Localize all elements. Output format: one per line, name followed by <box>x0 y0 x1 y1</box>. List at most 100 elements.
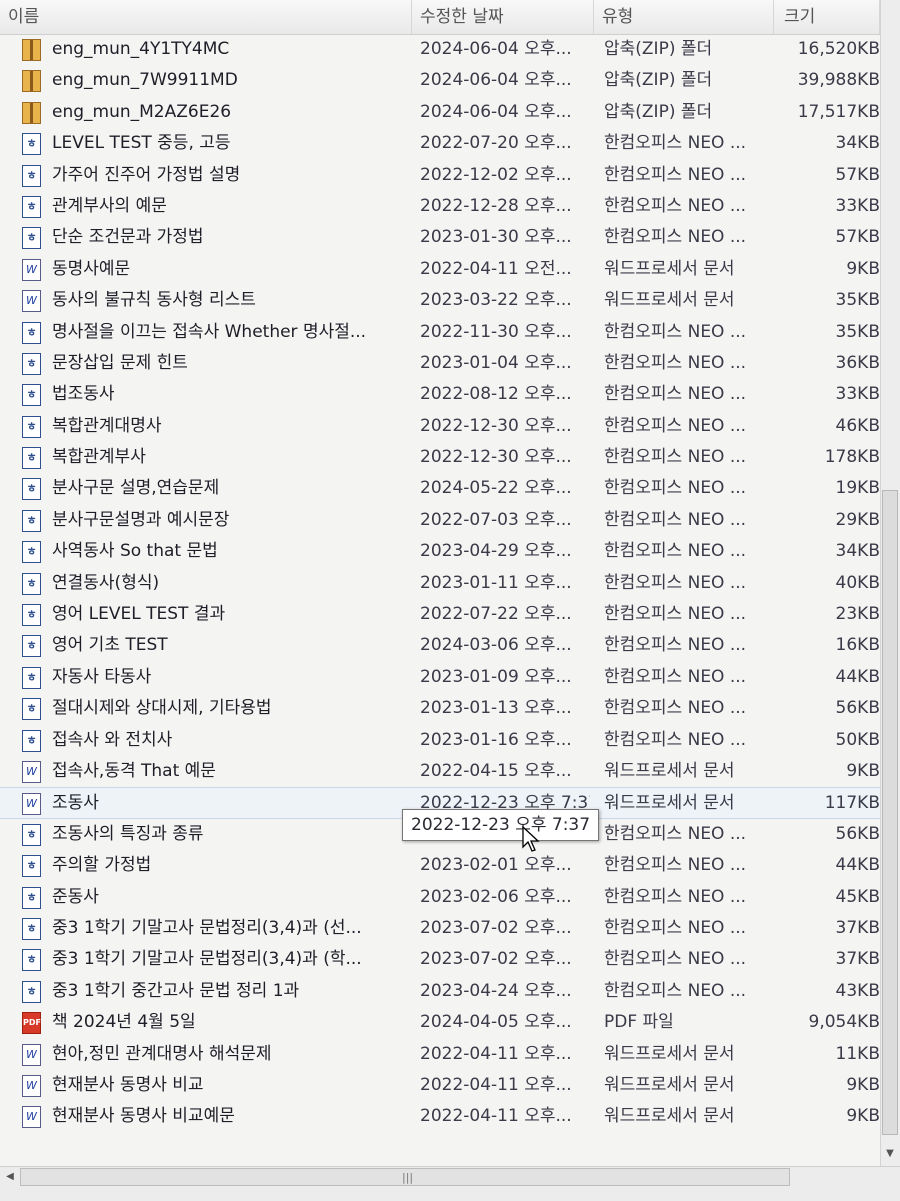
file-size: 17,517KB <box>797 101 880 122</box>
file-name: 조동사의 특징과 종류 <box>52 823 204 844</box>
column-header-type[interactable]: 유형 <box>594 0 774 34</box>
file-row[interactable]: ㅎ 사역동사 So that 문법 2023-04-29 오후... 한컴오피스 NE… <box>0 536 880 567</box>
file-modified-date: 2023-07-02 오후... <box>420 949 572 970</box>
file-name: eng_mun_7W9911MD <box>52 70 238 91</box>
file-size: 29KB <box>835 509 880 530</box>
file-name: 준동사 <box>52 886 99 907</box>
file-row[interactable]: ㅎ 중3 1학기 기말고사 문법정리(3,4)과 (학... 2023-07-02 … <box>0 944 880 975</box>
scroll-left-arrow-icon[interactable]: ◀ <box>2 1168 18 1186</box>
file-type: 한컴오피스 NEO ... <box>604 949 747 970</box>
word-document-icon: W <box>22 258 41 281</box>
column-header-size[interactable]: 크기 <box>774 0 880 34</box>
file-name: 문장삽입 문제 힌트 <box>52 352 188 373</box>
hwp-document-icon: ㅎ <box>22 949 41 972</box>
file-size: 39,988KB <box>797 70 880 91</box>
file-row[interactable]: ㅎ 연결동사(형식) 2023-01-11 오후... 한컴오피스 NEO ... 40… <box>0 568 880 599</box>
file-name: 영어 LEVEL TEST 결과 <box>52 604 226 625</box>
pdf-icon: PDF <box>22 1012 41 1035</box>
file-name: 중3 1학기 기말고사 문법정리(3,4)과 (선... <box>52 917 362 938</box>
file-type: 워드프로세서 문서 <box>604 258 735 279</box>
scroll-down-arrow-icon[interactable]: ▼ <box>882 1145 898 1163</box>
file-row[interactable]: ㅎ 주의할 가정법 2023-02-01 오후... 한컴오피스 NEO ... 44K… <box>0 850 880 881</box>
file-row[interactable]: ㅎ 영어 기초 TEST 2024-03-06 오후... 한컴오피스 NEO ...… <box>0 630 880 661</box>
file-size: 43KB <box>835 980 880 1001</box>
file-type: 한컴오피스 NEO ... <box>604 541 747 562</box>
file-type: PDF 파일 <box>604 1012 674 1033</box>
file-row[interactable]: ㅎ 문장삽입 문제 힌트 2023-01-04 오후... 한컴오피스 NEO ...… <box>0 348 880 379</box>
file-row[interactable]: ㅎ 가주어 진주어 가정법 설명 2022-12-02 오후... 한컴오피스 NEO… <box>0 160 880 191</box>
file-row[interactable]: ㅎ 분사구문설명과 예시문장 2022-07-03 오후... 한컴오피스 NEO .… <box>0 505 880 536</box>
hwp-document-icon: ㅎ <box>22 164 41 187</box>
file-row[interactable]: W 현재분사 동명사 비교예문 2022-04-11 오후... 워드프로세서 문서 9… <box>0 1101 880 1132</box>
file-modified-date: 2023-03-22 오후... <box>420 290 572 311</box>
file-type: 한컴오피스 NEO ... <box>604 384 747 405</box>
file-row[interactable]: ㅎ 영어 LEVEL TEST 결과 2022-07-22 오후... 한컴오피스 N… <box>0 599 880 630</box>
file-row[interactable]: W 현아,정민 관계대명사 해석문제 2022-04-11 오후... 워드프로세서 … <box>0 1039 880 1070</box>
file-modified-date: 2022-08-12 오후... <box>420 384 572 405</box>
column-header-bar: 이름 수정한 날짜 유형 크기 <box>0 0 880 35</box>
file-row[interactable]: ㅎ 명사절을 이끄는 접속사 Whether 명사절... 2022-11-30 오… <box>0 317 880 348</box>
file-size: 44KB <box>835 855 880 876</box>
file-modified-date: 2022-07-03 오후... <box>420 509 572 530</box>
hwp-document-icon: ㅎ <box>22 133 41 156</box>
file-name: 복합관계대명사 <box>52 415 162 436</box>
file-row[interactable]: ㅎ 중3 1학기 중간고사 문법 정리 1과 2023-04-24 오후... 한컴오… <box>0 976 880 1007</box>
file-modified-date: 2024-06-04 오후... <box>420 101 572 122</box>
file-row[interactable]: W 동명사예문 2022-04-11 오전... 워드프로세서 문서 9KB <box>0 254 880 285</box>
file-modified-date: 2022-04-11 오후... <box>420 1074 572 1095</box>
file-row[interactable]: ㅎ 중3 1학기 기말고사 문법정리(3,4)과 (선... 2023-07-02 … <box>0 913 880 944</box>
file-name: 가주어 진주어 가정법 설명 <box>52 164 241 185</box>
file-row[interactable]: W 동사의 불규칙 동사형 리스트 2023-03-22 오후... 워드프로세서 문… <box>0 285 880 316</box>
file-type: 한컴오피스 NEO ... <box>604 886 747 907</box>
file-name: 연결동사(형식) <box>52 572 160 593</box>
file-row[interactable]: ㅎ 접속사 와 전치사 2023-01-16 오후... 한컴오피스 NEO ... 5… <box>0 725 880 756</box>
file-row[interactable]: ㅎ 자동사 타동사 2023-01-09 오후... 한컴오피스 NEO ... 44K… <box>0 662 880 693</box>
file-modified-date: 2023-04-24 오후... <box>420 980 572 1001</box>
file-row[interactable]: ㅎ 관계부사의 예문 2022-12-28 오후... 한컴오피스 NEO ... 33… <box>0 191 880 222</box>
file-row[interactable]: ㅎ LEVEL TEST 중등, 고등 2022-07-20 오후... 한컴오피스 … <box>0 128 880 159</box>
file-name: 현재분사 동명사 비교 <box>52 1074 204 1095</box>
file-name: 현아,정민 관계대명사 해석문제 <box>52 1043 272 1064</box>
file-name: 법조동사 <box>52 384 115 405</box>
hwp-document-icon: ㅎ <box>22 384 41 407</box>
file-type: 한컴오피스 NEO ... <box>604 635 747 656</box>
file-size: 36KB <box>835 352 880 373</box>
file-size: 16KB <box>835 635 880 656</box>
file-size: 45KB <box>835 886 880 907</box>
file-name: eng_mun_M2AZ6E26 <box>52 101 232 122</box>
file-type: 한컴오피스 NEO ... <box>604 823 747 844</box>
vertical-scrollbar-thumb[interactable] <box>882 490 898 1135</box>
file-type: 한컴오피스 NEO ... <box>604 321 747 342</box>
file-type: 압축(ZIP) 폴더 <box>604 70 713 91</box>
file-type: 한컴오피스 NEO ... <box>604 698 747 719</box>
file-type: 한컴오피스 NEO ... <box>604 917 747 938</box>
hwp-document-icon: ㅎ <box>22 855 41 878</box>
column-header-name[interactable]: 이름 <box>0 0 412 34</box>
file-modified-date: 2022-04-11 오후... <box>420 1106 572 1127</box>
file-type: 한컴오피스 NEO ... <box>604 980 747 1001</box>
hwp-document-icon: ㅎ <box>22 917 41 940</box>
file-modified-date: 2022-07-22 오후... <box>420 604 572 625</box>
file-row[interactable]: PDF 책 2024년 4월 5일 2024-04-05 오후... PDF 파일 9,… <box>0 1007 880 1038</box>
file-row[interactable]: eng_mun_M2AZ6E26 2024-06-04 오후... 압축(ZIP) … <box>0 97 880 128</box>
file-row[interactable]: ㅎ 준동사 2023-02-06 오후... 한컴오피스 NEO ... 45KB <box>0 882 880 913</box>
file-row[interactable]: ㅎ 복합관계대명사 2022-12-30 오후... 한컴오피스 NEO ... 46K… <box>0 411 880 442</box>
file-row[interactable]: ㅎ 복합관계부사 2022-12-30 오후... 한컴오피스 NEO ... 178K… <box>0 442 880 473</box>
file-row[interactable]: eng_mun_7W9911MD 2024-06-04 오후... 압축(ZIP) … <box>0 65 880 96</box>
word-document-icon: W <box>22 290 41 313</box>
file-name: 접속사,동격 That 예문 <box>52 760 216 781</box>
file-size: 35KB <box>835 290 880 311</box>
file-modified-date: 2024-06-04 오후... <box>420 39 572 59</box>
file-row[interactable]: W 접속사,동격 That 예문 2022-04-15 오후... 워드프로세서 문서… <box>0 756 880 787</box>
file-row[interactable]: ㅎ 분사구문 설명,연습문제 2024-05-22 오후... 한컴오피스 NEO .… <box>0 473 880 504</box>
column-header-modified[interactable]: 수정한 날짜 <box>412 0 594 34</box>
file-name: LEVEL TEST 중등, 고등 <box>52 133 231 154</box>
file-row[interactable]: W 현재분사 동명사 비교 2022-04-11 오후... 워드프로세서 문서 9KB <box>0 1070 880 1101</box>
file-row[interactable]: eng_mun_4Y1TY4MC 2024-06-04 오후... 압축(ZIP) … <box>0 34 880 65</box>
file-name: 명사절을 이끄는 접속사 Whether 명사절... <box>52 321 367 342</box>
file-row[interactable]: ㅎ 법조동사 2022-08-12 오후... 한컴오피스 NEO ... 33KB <box>0 379 880 410</box>
file-row[interactable]: ㅎ 절대시제와 상대시제, 기타용법 2023-01-13 오후... 한컴오피스 N… <box>0 693 880 724</box>
file-row[interactable]: ㅎ 단순 조건문과 가정법 2023-01-30 오후... 한컴오피스 NEO ..… <box>0 222 880 253</box>
file-type: 한컴오피스 NEO ... <box>604 195 747 216</box>
hwp-document-icon: ㅎ <box>22 635 41 658</box>
